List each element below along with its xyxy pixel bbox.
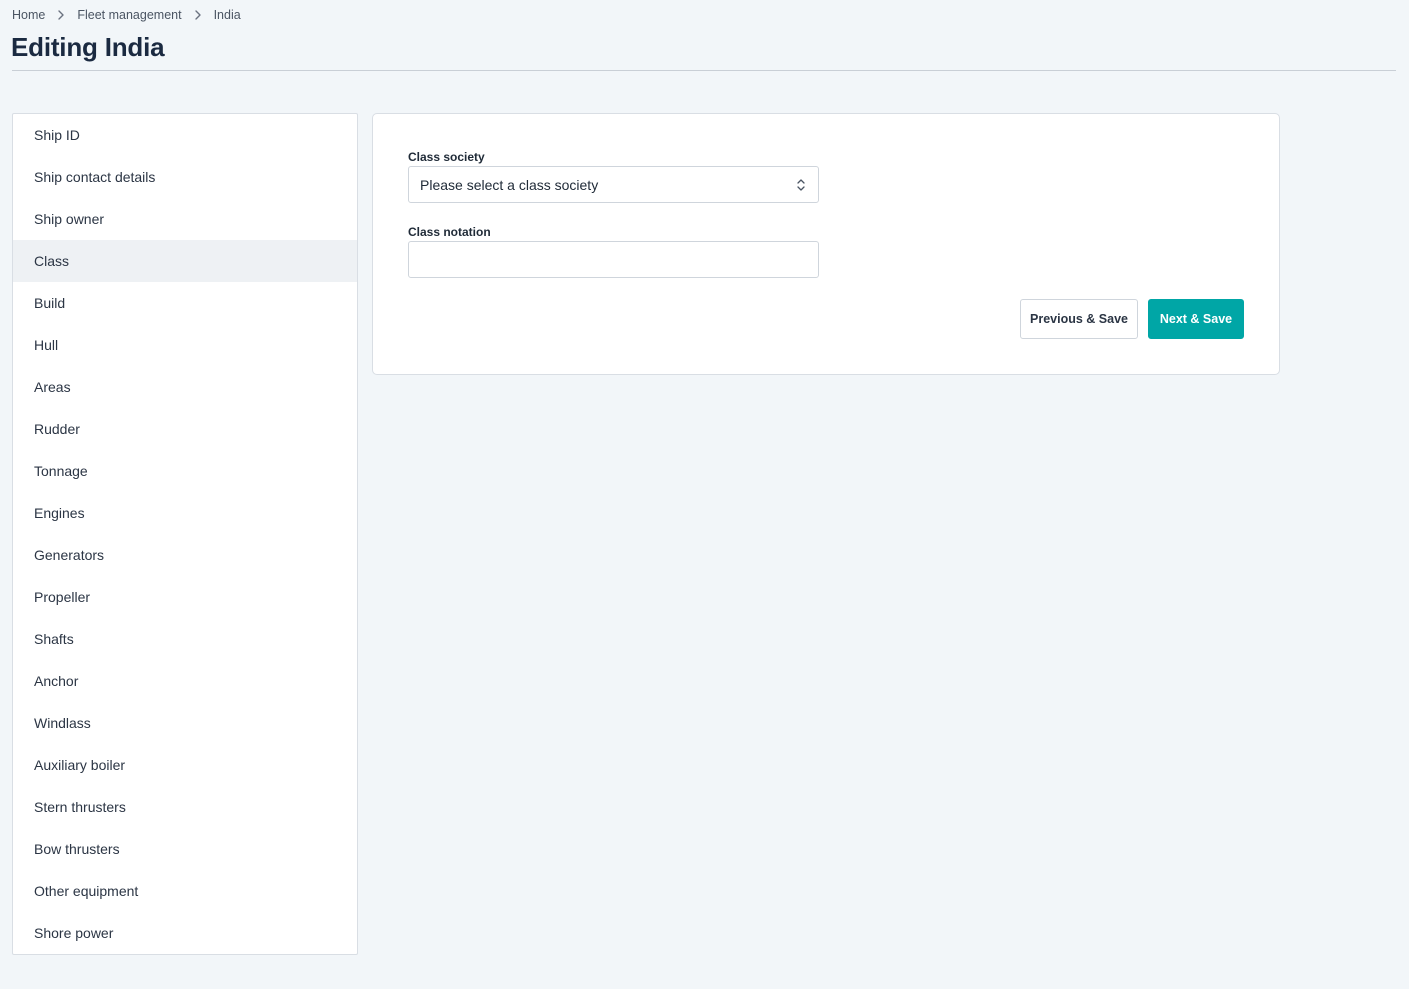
- class-notation-label: Class notation: [408, 225, 491, 239]
- previous-save-button[interactable]: Previous & Save: [1020, 299, 1138, 339]
- sidebar-item-shafts[interactable]: Shafts: [13, 618, 357, 660]
- chevron-right-icon: [182, 7, 214, 23]
- breadcrumb: Home Fleet management India: [12, 7, 241, 23]
- class-form-card: Class society Please select a class soci…: [372, 113, 1280, 375]
- sidebar-item-class[interactable]: Class: [13, 240, 357, 282]
- sidebar-item-tonnage[interactable]: Tonnage: [13, 450, 357, 492]
- sidebar-item-auxiliary-boiler[interactable]: Auxiliary boiler: [13, 744, 357, 786]
- sidebar-item-windlass[interactable]: Windlass: [13, 702, 357, 744]
- chevron-up-down-icon: [796, 177, 806, 196]
- breadcrumb-fleet-management[interactable]: Fleet management: [77, 8, 181, 22]
- sidebar-item-propeller[interactable]: Propeller: [13, 576, 357, 618]
- breadcrumb-home[interactable]: Home: [12, 8, 45, 22]
- sidebar-item-areas[interactable]: Areas: [13, 366, 357, 408]
- class-society-select[interactable]: Please select a class society: [408, 166, 819, 203]
- sidebar-item-bow-thrusters[interactable]: Bow thrusters: [13, 828, 357, 870]
- class-society-label: Class society: [408, 150, 485, 164]
- sidebar-nav: Ship ID Ship contact details Ship owner …: [12, 113, 358, 955]
- title-divider: [12, 70, 1396, 71]
- sidebar-item-generators[interactable]: Generators: [13, 534, 357, 576]
- breadcrumb-current: India: [213, 8, 241, 22]
- sidebar-item-rudder[interactable]: Rudder: [13, 408, 357, 450]
- sidebar-item-anchor[interactable]: Anchor: [13, 660, 357, 702]
- page-title: Editing India: [11, 32, 165, 62]
- sidebar-item-ship-contact-details[interactable]: Ship contact details: [13, 156, 357, 198]
- class-society-placeholder: Please select a class society: [420, 176, 599, 193]
- next-save-button[interactable]: Next & Save: [1148, 299, 1244, 339]
- sidebar-item-ship-owner[interactable]: Ship owner: [13, 198, 357, 240]
- sidebar-item-shore-power[interactable]: Shore power: [13, 912, 357, 954]
- chevron-right-icon: [45, 7, 77, 23]
- sidebar-item-other-equipment[interactable]: Other equipment: [13, 870, 357, 912]
- sidebar-item-engines[interactable]: Engines: [13, 492, 357, 534]
- sidebar-item-hull[interactable]: Hull: [13, 324, 357, 366]
- sidebar-item-ship-id[interactable]: Ship ID: [13, 114, 357, 156]
- sidebar-item-build[interactable]: Build: [13, 282, 357, 324]
- page: Home Fleet management India Editing Indi…: [0, 0, 1409, 989]
- sidebar-item-stern-thrusters[interactable]: Stern thrusters: [13, 786, 357, 828]
- class-notation-input[interactable]: [408, 241, 819, 278]
